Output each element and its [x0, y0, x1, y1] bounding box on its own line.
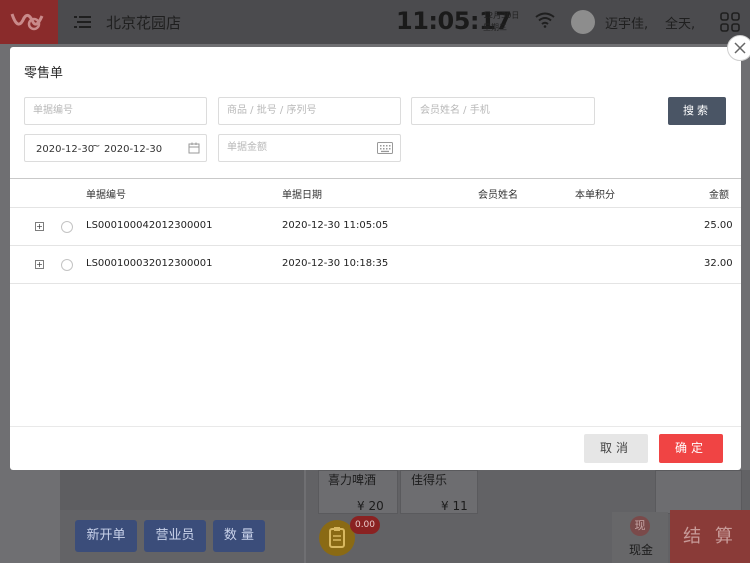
calendar-icon	[188, 142, 200, 154]
product-price: ¥ 11	[441, 499, 468, 513]
table-divider	[10, 178, 741, 179]
member-search-input[interactable]: 会员姓名 / 手机	[411, 97, 595, 125]
col-amount: 金额	[709, 190, 729, 201]
menu-icon[interactable]	[74, 14, 92, 30]
product-search-input[interactable]: 商品 / 批号 / 序列号	[218, 97, 401, 125]
product-name: 佳得乐	[411, 473, 448, 487]
product-price: ¥ 20	[357, 499, 384, 513]
order-date: 2020-12-30 10:18:35	[282, 258, 389, 269]
row-divider	[10, 207, 741, 208]
date-text: 12月30日	[483, 11, 520, 20]
date-from: 2020-12-30	[36, 144, 95, 155]
order-no-input[interactable]: 单据编号	[24, 97, 207, 125]
search-button[interactable]: 搜索	[668, 97, 726, 125]
date-separator: ~	[92, 141, 101, 152]
cart-total-badge: 0.00	[350, 516, 380, 534]
wifi-icon	[535, 12, 555, 28]
store-name[interactable]: 北京花园店	[106, 12, 181, 33]
confirm-button[interactable]: 确定	[659, 434, 723, 463]
new-order-button[interactable]: 新开单	[75, 520, 137, 552]
shift-label[interactable]: 全天,	[665, 13, 695, 32]
date-to: 2020-12-30	[104, 144, 163, 155]
salesperson-button[interactable]: 营业员	[144, 520, 206, 552]
app-logo	[0, 0, 58, 44]
user-name[interactable]: 迈宇佳,	[605, 13, 648, 32]
col-order-no: 单据编号	[86, 190, 126, 201]
close-icon	[734, 42, 746, 54]
cash-label: 现金	[629, 543, 654, 557]
row-divider	[10, 283, 741, 284]
weekday-text: 星期三	[483, 23, 507, 32]
col-points: 本单积分	[575, 190, 615, 201]
logo-icon	[10, 13, 44, 31]
row-radio[interactable]	[61, 221, 73, 233]
top-bar: 北京花园店 11:05:17 12月30日 星期三 迈宇佳, 全天,	[0, 0, 750, 44]
close-dialog-button[interactable]	[727, 35, 750, 61]
expand-icon[interactable]: +	[35, 260, 44, 269]
amount: 32.00	[704, 258, 733, 269]
col-date: 单据日期	[282, 190, 322, 201]
dialog-title: 零售单	[24, 66, 64, 81]
footer-divider	[10, 426, 741, 427]
product-card[interactable]	[655, 470, 742, 514]
cash-icon: 现	[630, 516, 650, 536]
cancel-button[interactable]: 取消	[584, 434, 648, 463]
keyboard-icon[interactable]	[377, 142, 393, 154]
amount: 25.00	[704, 220, 733, 231]
col-member: 会员姓名	[478, 190, 518, 201]
row-radio[interactable]	[61, 259, 73, 271]
quantity-button[interactable]: 数 量	[213, 520, 265, 552]
date-range-picker[interactable]: 2020-12-30 ~ 2020-12-30	[24, 134, 207, 162]
expand-icon[interactable]: +	[35, 222, 44, 231]
date-display: 12月30日 星期三	[483, 10, 519, 34]
apps-grid-icon[interactable]	[720, 12, 740, 32]
row-divider	[10, 245, 741, 246]
checkout-button[interactable]: 结 算	[670, 510, 750, 563]
amount-input[interactable]: 单据金额	[218, 134, 401, 162]
avatar[interactable]	[571, 10, 595, 34]
order-no: LS000100042012300001	[86, 220, 213, 231]
product-name: 喜力啤酒	[328, 473, 377, 487]
retail-order-dialog: 零售单 单据编号 商品 / 批号 / 序列号 会员姓名 / 手机 搜索 2020…	[10, 47, 741, 470]
order-date: 2020-12-30 11:05:05	[282, 220, 389, 231]
amount-placeholder: 单据金额	[227, 142, 267, 153]
order-no: LS000100032012300001	[86, 258, 213, 269]
